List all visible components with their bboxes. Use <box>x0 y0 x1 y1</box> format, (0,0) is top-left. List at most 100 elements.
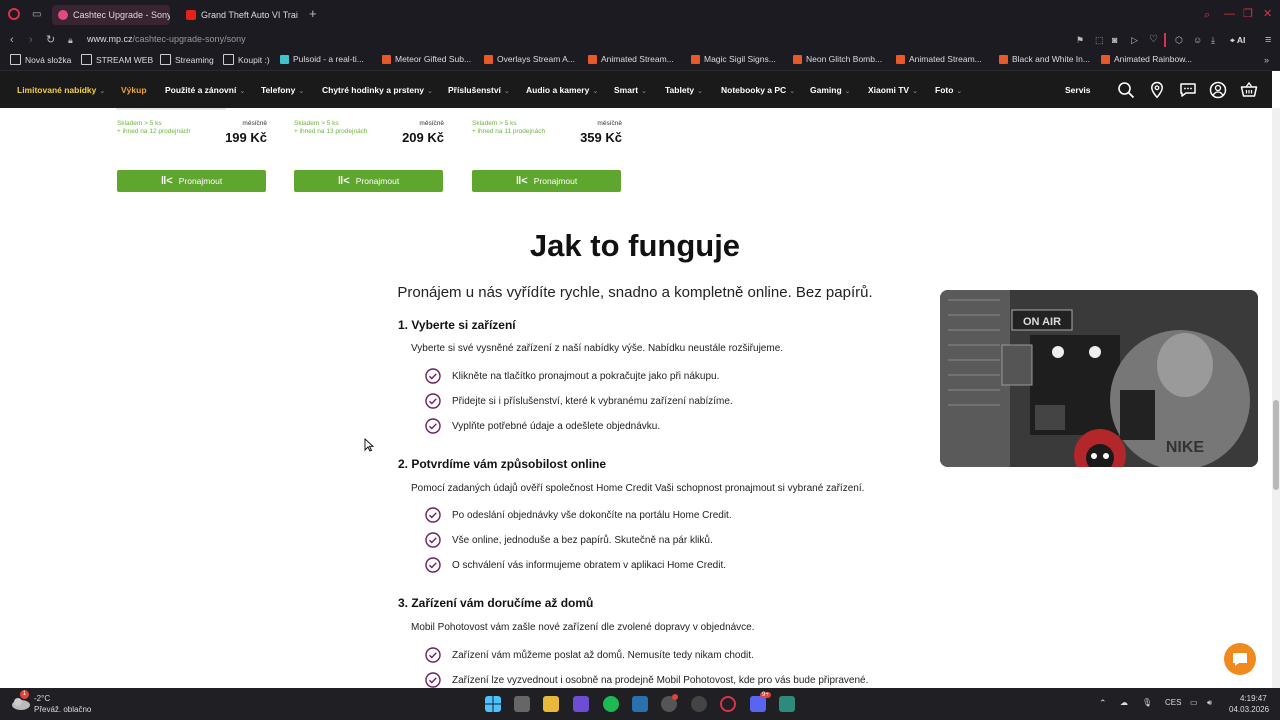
servis-link[interactable]: Servis <box>1065 85 1091 95</box>
rent-button[interactable]: ǁ< Pronajmout <box>472 170 621 192</box>
profile-icon[interactable]: ☺ <box>1193 34 1202 46</box>
tray-app-icon[interactable]: ☁ <box>1120 698 1128 707</box>
bookmark-item[interactable]: Animated Stream... <box>896 54 982 64</box>
bookmark-item[interactable]: Koupit :) <box>223 54 270 65</box>
bookmark-item[interactable]: Animated Rainbow... <box>1101 54 1192 64</box>
nav-item-phones[interactable]: Telefony ⌄ <box>261 85 304 95</box>
etsy-icon <box>896 54 905 64</box>
nav-item-accessories[interactable]: Příslušenství ⌄ <box>448 85 510 95</box>
chevron-down-icon: ⌄ <box>697 88 704 95</box>
windows-start-icon[interactable] <box>485 696 501 712</box>
menu-icon[interactable]: ≡ <box>1265 34 1271 46</box>
page-scrollbar[interactable] <box>1272 108 1280 688</box>
search-icon[interactable]: ⌕ <box>1204 9 1210 21</box>
ai-button[interactable]: ⌖ AI <box>1230 35 1245 46</box>
rent-button[interactable]: ǁ< Pronajmout <box>117 170 266 192</box>
app-icon[interactable] <box>779 696 795 712</box>
bookmark-item[interactable]: Black and White In... <box>999 54 1090 64</box>
bookmark-label: Animated Rainbow... <box>1114 54 1192 64</box>
location-pin-icon[interactable] <box>1148 81 1166 99</box>
clock-date[interactable]: 04.03.2026 <box>1229 705 1269 714</box>
new-tab-button[interactable]: + <box>309 7 317 20</box>
spotify-icon[interactable] <box>603 696 619 712</box>
play-icon[interactable]: ▷ <box>1131 34 1138 46</box>
bookmark-item[interactable]: Meteor Gifted Sub... <box>382 54 471 64</box>
etsy-icon <box>1101 54 1110 64</box>
bookmark-item[interactable]: Nová složka <box>10 54 71 65</box>
camera-icon[interactable]: ◙ <box>1112 34 1117 46</box>
nav-item-foto[interactable]: Foto ⌄ <box>935 85 962 95</box>
back-icon[interactable]: ‹ <box>10 34 14 46</box>
maximize-icon[interactable]: ❐ <box>1243 8 1253 20</box>
nav-item-gaming[interactable]: Gaming ⌄ <box>810 85 851 95</box>
nav-item-used[interactable]: Použité a zánovní ⌄ <box>165 85 245 95</box>
forward-icon[interactable]: › <box>29 34 33 46</box>
task-view-icon[interactable] <box>514 696 530 712</box>
list-item: Klikněte na tlačítko pronajmout a pokrač… <box>425 368 719 384</box>
chat-icon[interactable] <box>1179 81 1197 99</box>
opera-icon[interactable] <box>720 696 736 712</box>
chat-widget-button[interactable] <box>1224 643 1256 675</box>
bookmark-label: Magic Sigil Signs... <box>704 54 776 64</box>
bookmark-item[interactable]: STREAM WEB <box>81 54 153 65</box>
nav-item-vykup[interactable]: Výkup <box>121 85 147 95</box>
minimize-icon[interactable]: — <box>1224 8 1235 20</box>
scrollbar-thumb[interactable] <box>1273 400 1279 490</box>
bookmark-item[interactable]: Neon Glitch Bomb... <box>793 54 882 64</box>
nav-item-notebooks[interactable]: Notebooky a PC ⌄ <box>721 85 795 95</box>
microphone-icon[interactable]: 🎙︎ <box>1142 698 1152 707</box>
network-icon[interactable]: ▭ <box>1190 698 1198 707</box>
snapshot-icon[interactable]: ⬚ <box>1095 34 1104 46</box>
file-explorer-icon[interactable] <box>543 696 559 712</box>
clock-time[interactable]: 4:19:47 <box>1240 694 1267 703</box>
bookmark-icon[interactable]: ⚑ <box>1076 34 1084 46</box>
webcam-feed: ON AIR NIKE <box>940 290 1258 467</box>
app-icon[interactable] <box>632 696 648 712</box>
bookmarks-overflow-icon[interactable]: » <box>1264 54 1269 66</box>
tab-cashtec[interactable]: Cashtec Upgrade - Sony <box>52 5 170 25</box>
chevron-down-icon: ⌄ <box>99 88 106 95</box>
chevron-down-icon: ⌄ <box>239 88 246 95</box>
bookmark-item[interactable]: Animated Stream... <box>588 54 674 64</box>
cart-icon[interactable] <box>1240 81 1258 99</box>
price: 359 Kč <box>580 130 622 145</box>
discord-icon[interactable] <box>750 696 766 712</box>
url-field[interactable]: www.mp.cz/cashtec-upgrade-sony/sony <box>87 34 246 44</box>
extensions-icon[interactable]: ⬡ <box>1175 34 1183 46</box>
language-indicator[interactable]: CES <box>1165 698 1181 707</box>
nav-item-limited-offers[interactable]: Limitované nabídky ⌄ <box>17 85 105 95</box>
check-circle-icon <box>425 393 441 409</box>
heart-icon[interactable]: ♡ <box>1149 34 1158 46</box>
check-circle-icon <box>425 368 441 384</box>
nav-item-audio[interactable]: Audio a kamery ⌄ <box>526 85 598 95</box>
rent-button[interactable]: ǁ< Pronajmout <box>294 170 443 192</box>
price: 199 Kč <box>225 130 267 145</box>
windows-taskbar: 1 -2°C Převáž. oblačno 9+ ⌃ ☁ 🎙︎ CES ▭ 🔊… <box>0 688 1280 720</box>
nav-item-tablets[interactable]: Tablety ⌄ <box>665 85 703 95</box>
button-label: Pronajmout <box>533 176 578 186</box>
period-label: měsíčně <box>242 120 267 127</box>
chatgpt-icon[interactable] <box>691 696 707 712</box>
step-description: Vyberte si své vysněné zařízení z naší n… <box>411 343 784 354</box>
check-circle-icon <box>425 532 441 548</box>
bookmark-item[interactable]: Streaming <box>160 54 214 65</box>
app-grid-icon[interactable] <box>573 696 589 712</box>
reload-icon[interactable]: ↻ <box>46 34 55 46</box>
close-icon[interactable]: ✕ <box>1263 8 1272 20</box>
tab-overview-icon[interactable]: ▭ <box>32 9 41 21</box>
download-icon[interactable]: ⤓ <box>1211 34 1215 46</box>
nav-item-watches[interactable]: Chytré hodinky a prsteny ⌄ <box>322 85 433 95</box>
bookmark-label: Pulsoid - a real-ti... <box>293 54 364 64</box>
user-icon[interactable] <box>1209 81 1227 99</box>
volume-icon[interactable]: 🔊︎ <box>1207 698 1212 708</box>
list-item-text: Zařízení lze vyzvednout i osobně na prod… <box>452 674 869 686</box>
nav-item-xiaomi-tv[interactable]: Xiaomi TV ⌄ <box>868 85 918 95</box>
nav-item-smart[interactable]: Smart ⌄ <box>614 85 647 95</box>
search-icon[interactable] <box>1117 81 1135 99</box>
opera-logo-icon[interactable] <box>8 8 20 20</box>
bookmark-item[interactable]: Magic Sigil Signs... <box>691 54 776 64</box>
bookmark-item[interactable]: Overlays Stream A... <box>484 54 575 64</box>
tab-gta[interactable]: Grand Theft Auto VI Trailer <box>180 5 298 25</box>
bookmark-item[interactable]: Pulsoid - a real-ti... <box>280 54 364 64</box>
tray-overflow-icon[interactable]: ⌃ <box>1099 698 1107 709</box>
